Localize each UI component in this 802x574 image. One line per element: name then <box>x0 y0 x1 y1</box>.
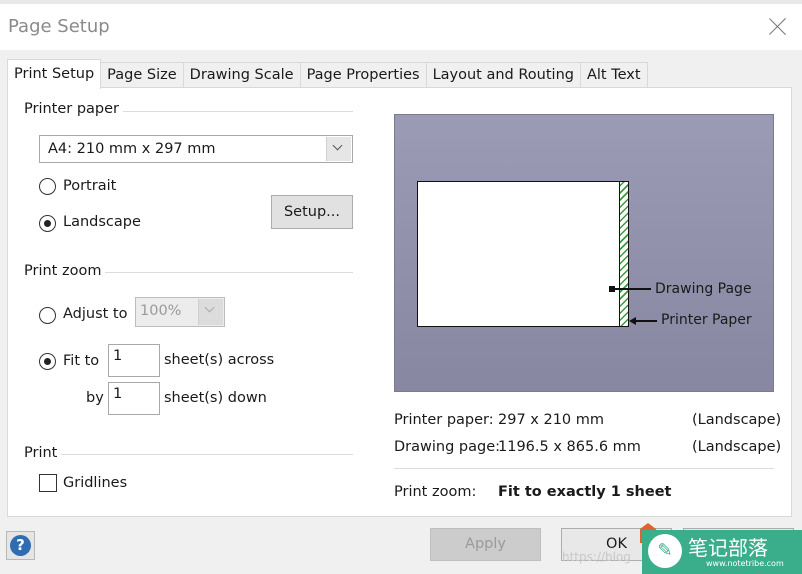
paper-size-dropdown[interactable]: A4: 210 mm x 297 mm <box>39 135 353 163</box>
drawing-page-label: Drawing Page <box>655 281 752 297</box>
portrait-radio[interactable] <box>39 178 56 195</box>
tab-drawing-scale[interactable]: Drawing Scale <box>182 62 301 88</box>
help-button[interactable]: ? <box>6 531 35 560</box>
adjust-to-label: Adjust to <box>63 306 128 322</box>
title-bar: Page Setup <box>0 4 802 50</box>
drawing-page-orientation: (Landscape) <box>692 439 782 455</box>
print-zoom-info-value: Fit to exactly 1 sheet <box>498 484 672 500</box>
print-zoom-group-label: Print zoom <box>24 263 106 279</box>
landscape-radio[interactable] <box>39 215 56 232</box>
sheets-down-input[interactable]: 1 <box>108 382 160 415</box>
dropdown-button[interactable] <box>326 137 351 161</box>
close-icon[interactable] <box>766 14 790 38</box>
chevron-down-icon <box>204 302 215 313</box>
print-zoom-info-label: Print zoom: <box>394 484 477 500</box>
info-divider <box>394 468 774 469</box>
apply-button[interactable]: Apply <box>430 528 541 561</box>
tab-bar: Print Setup Page Size Drawing Scale Page… <box>7 59 648 89</box>
dialog-title: Page Setup <box>8 16 110 37</box>
watermark-text: 笔记部落 <box>688 536 768 560</box>
printer-paper-preview <box>417 181 629 327</box>
chevron-down-icon <box>332 140 343 151</box>
watermark-sub: www.notetribe.com <box>706 559 784 568</box>
landscape-label: Landscape <box>63 214 141 230</box>
printer-paper-orientation: (Landscape) <box>692 412 782 428</box>
printer-paper-info-label: Printer paper: <box>394 412 494 428</box>
sheets-across-label: sheet(s) across <box>164 352 275 368</box>
page-preview: Drawing Page Printer Paper <box>394 114 774 392</box>
adjust-to-value: 100% <box>140 303 182 319</box>
paper-size-value: A4: 210 mm x 297 mm <box>48 141 216 157</box>
help-icon: ? <box>10 535 31 556</box>
printer-paper-leader <box>635 320 657 322</box>
group-divider <box>24 454 353 455</box>
pencil-icon: ✎ <box>648 534 682 568</box>
drawing-page-info-value: 1196.5 x 865.6 mm <box>498 439 641 455</box>
portrait-label: Portrait <box>63 178 117 194</box>
watermark-badge: ✎ 笔记部落 www.notetribe.com <box>642 530 802 574</box>
dropdown-button[interactable] <box>198 299 223 325</box>
setup-button[interactable]: Setup... <box>271 195 353 229</box>
printer-paper-label: Printer Paper <box>661 312 752 328</box>
url-watermark: https://blog <box>562 550 631 564</box>
tab-page-properties[interactable]: Page Properties <box>299 62 427 88</box>
fit-to-label: Fit to <box>63 353 100 369</box>
drawing-page-leader <box>615 288 651 290</box>
adjust-to-radio[interactable] <box>39 307 56 324</box>
tab-layout-and-routing[interactable]: Layout and Routing <box>425 62 581 88</box>
tab-alt-text[interactable]: Alt Text <box>579 62 648 88</box>
gridlines-checkbox[interactable] <box>39 474 57 492</box>
sheets-down-label: sheet(s) down <box>164 390 267 406</box>
adjust-to-dropdown[interactable]: 100% <box>135 297 225 327</box>
print-group-label: Print <box>24 445 62 461</box>
by-label: by <box>86 390 104 406</box>
sheets-across-input[interactable]: 1 <box>108 344 160 377</box>
gridlines-label: Gridlines <box>63 475 128 491</box>
printer-paper-info-value: 297 x 210 mm <box>498 412 605 428</box>
printer-paper-group-label: Printer paper <box>24 101 124 117</box>
drawing-page-info-label: Drawing page: <box>394 439 501 455</box>
paper-margin-hatch <box>619 182 628 326</box>
tab-print-setup[interactable]: Print Setup <box>7 59 102 89</box>
fit-to-radio[interactable] <box>39 353 56 370</box>
tab-page-size[interactable]: Page Size <box>100 62 184 88</box>
